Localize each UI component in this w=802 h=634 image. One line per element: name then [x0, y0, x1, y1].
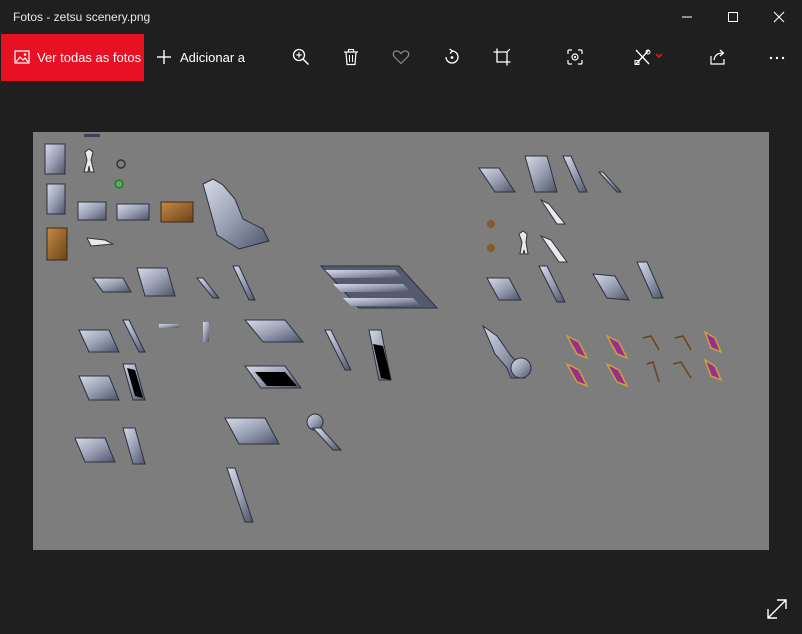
view-all-photos-button[interactable]: Ver todas as fotos [1, 34, 144, 81]
close-button[interactable] [756, 0, 802, 34]
fullscreen-button[interactable] [764, 596, 790, 622]
trash-icon [344, 48, 358, 66]
minimize-button[interactable] [664, 0, 710, 34]
share-icon [710, 49, 725, 65]
crop-icon [493, 48, 511, 66]
zoom-button[interactable] [281, 34, 321, 81]
image-canvas[interactable] [33, 132, 769, 550]
expand-icon [767, 599, 787, 619]
delete-button[interactable] [331, 34, 371, 81]
favorite-button[interactable] [381, 34, 421, 81]
focus-frame-icon [567, 49, 583, 65]
rotate-icon [445, 48, 459, 64]
crop-button[interactable] [482, 34, 522, 81]
add-to-label: Adicionar a [180, 50, 246, 65]
edit-create-button[interactable] [623, 34, 673, 81]
title-bar: Fotos - zetsu scenery.png [0, 0, 802, 34]
focus-button[interactable] [555, 34, 595, 81]
zoom-in-icon [292, 48, 310, 66]
add-to-button[interactable]: Adicionar a [150, 34, 250, 81]
photos-icon [14, 50, 30, 64]
more-icon [769, 56, 785, 60]
heart-icon [392, 50, 410, 65]
window-title: Fotos - zetsu scenery.png [13, 10, 151, 24]
view-all-photos-label: Ver todas as fotos [37, 50, 142, 65]
toolbar: Ver todas as fotos Adicionar a [0, 34, 802, 81]
more-options-button[interactable] [757, 34, 797, 81]
scenery-sprite-sheet [44, 134, 723, 523]
share-button[interactable] [698, 34, 738, 81]
maximize-button[interactable] [710, 0, 756, 34]
minimize-icon [682, 16, 692, 18]
rotate-button[interactable] [432, 34, 472, 81]
maximize-icon [728, 12, 738, 22]
close-icon [773, 11, 785, 23]
edit-tools-icon [634, 49, 663, 65]
plus-icon [157, 50, 171, 64]
